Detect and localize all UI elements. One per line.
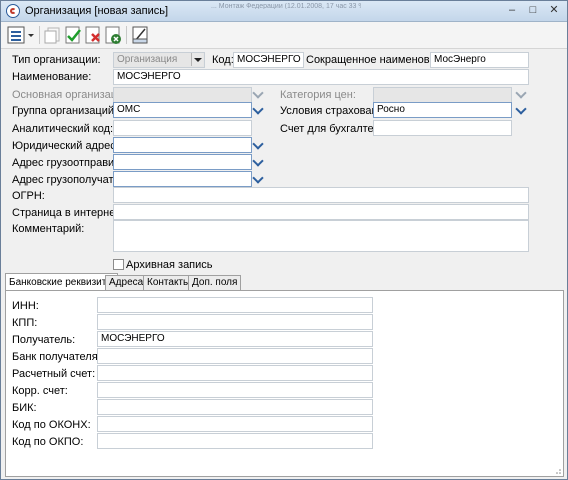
website-field[interactable]	[113, 204, 529, 220]
org-group-field[interactable]: ОМС	[113, 102, 252, 118]
price-category-label: Категория цен:	[280, 89, 356, 101]
kpp-label: КПП:	[12, 317, 38, 329]
toolbar	[1, 22, 567, 49]
settlement-account-field[interactable]	[97, 365, 373, 381]
name-label: Наименование:	[12, 71, 92, 83]
account-field[interactable]	[373, 120, 512, 136]
archive-checkbox[interactable]	[113, 259, 124, 270]
bik-label: БИК:	[12, 402, 37, 414]
chevron-down-icon[interactable]	[191, 53, 203, 66]
toolbar-separator	[39, 26, 40, 44]
price-category-field	[373, 87, 512, 103]
tab-extra-fields[interactable]: Доп. поля	[188, 275, 242, 290]
close-record-icon[interactable]	[103, 25, 123, 45]
report-icon[interactable]	[130, 25, 150, 45]
okpo-label: Код по ОКПО:	[12, 436, 84, 448]
code-field[interactable]: МОСЭНЕРГО	[233, 52, 304, 68]
settlement-account-label: Расчетный счет:	[12, 368, 96, 380]
recipient-bank-field[interactable]	[97, 348, 373, 364]
tab-bank-details[interactable]: Банковские реквизиты	[5, 273, 118, 291]
code-label: Код:	[212, 54, 234, 66]
short-name-field[interactable]: МосЭнерго	[430, 52, 529, 68]
cancel-changes-icon[interactable]	[83, 25, 103, 45]
chevron-down-icon[interactable]	[252, 105, 264, 115]
window-title: Организация [новая запись]	[25, 5, 169, 17]
recipient-label: Получатель:	[12, 334, 76, 346]
tab-contacts[interactable]: Контакты	[143, 275, 195, 290]
archive-label: Архивная запись	[126, 259, 213, 271]
menu-list-icon[interactable]	[6, 25, 36, 45]
org-group-label: Группа организаций:	[12, 105, 118, 117]
ogrn-field[interactable]	[113, 187, 529, 203]
website-label: Страница в интернет:	[12, 207, 124, 219]
app-logo-icon	[6, 4, 20, 18]
copy-icon[interactable]	[43, 25, 63, 45]
legal-address-field[interactable]	[113, 137, 252, 153]
minimize-button[interactable]: –	[503, 3, 521, 17]
resize-grip-icon[interactable]	[553, 466, 561, 474]
inn-label: ИНН:	[12, 300, 39, 312]
corr-account-field[interactable]	[97, 382, 373, 398]
main-org-field	[113, 87, 252, 103]
chevron-down-icon	[252, 89, 264, 99]
toolbar-separator	[126, 26, 127, 44]
chevron-down-icon	[515, 89, 527, 99]
analytic-code-label: Аналитический код:	[12, 123, 114, 135]
okpo-field[interactable]	[97, 433, 373, 449]
title-bar[interactable]: Организация [новая запись] ... Монтаж Фе…	[1, 1, 567, 22]
chevron-down-icon[interactable]	[252, 140, 264, 150]
inn-field[interactable]	[97, 297, 373, 313]
close-button[interactable]: ✕	[545, 3, 563, 17]
name-field[interactable]: МОСЭНЕРГО	[113, 69, 529, 85]
corr-account-label: Корр. счет:	[12, 385, 68, 397]
bank-details-panel: ИНН: КПП: Получатель: МОСЭНЕРГО Банк пол…	[5, 290, 564, 477]
comment-textarea[interactable]	[113, 220, 529, 252]
tab-addresses[interactable]: Адреса	[105, 275, 148, 290]
background-window-title: ... Монтаж Федерации (12.01.2008, 17 час…	[211, 3, 361, 9]
org-type-label: Тип организации:	[12, 54, 101, 66]
recipient-field[interactable]: МОСЭНЕРГО	[97, 331, 373, 347]
chevron-down-icon[interactable]	[252, 157, 264, 167]
comment-label: Комментарий:	[12, 223, 85, 235]
analytic-code-field[interactable]	[113, 120, 252, 136]
okonh-label: Код по ОКОНХ:	[12, 419, 91, 431]
kpp-field[interactable]	[97, 314, 373, 330]
okonh-field[interactable]	[97, 416, 373, 432]
org-type-value: Организация	[117, 54, 178, 65]
consignee-address-field[interactable]	[113, 171, 252, 187]
recipient-bank-label: Банк получателя:	[12, 351, 101, 363]
bik-field[interactable]	[97, 399, 373, 415]
shipper-address-field[interactable]	[113, 154, 252, 170]
chevron-down-icon[interactable]	[252, 174, 264, 184]
chevron-down-icon[interactable]	[515, 105, 527, 115]
insurance-field[interactable]: Росно	[373, 102, 512, 118]
save-check-icon[interactable]	[63, 25, 83, 45]
organization-window: Организация [новая запись] ... Монтаж Фе…	[0, 0, 568, 480]
ogrn-label: ОГРН:	[12, 190, 45, 202]
maximize-button[interactable]: □	[524, 3, 542, 17]
legal-address-label: Юридический адрес:	[12, 140, 119, 152]
